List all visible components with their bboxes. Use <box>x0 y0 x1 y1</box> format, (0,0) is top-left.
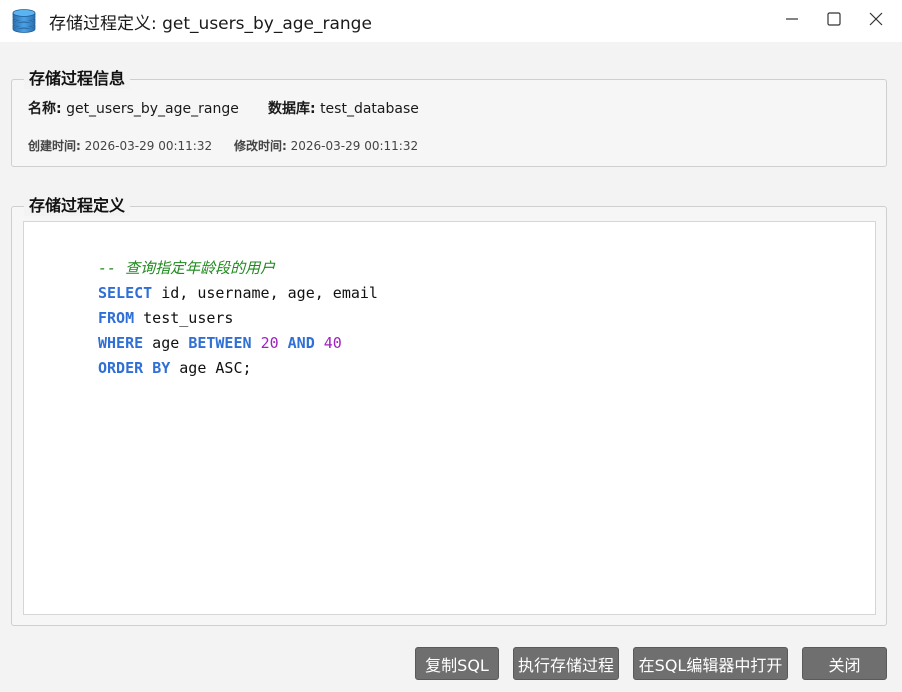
database-label: 数据库: <box>268 101 316 117</box>
code-token: BETWEEN <box>188 334 252 352</box>
code-line: WHERE age BETWEEN 20 AND 40 <box>98 331 378 356</box>
code-token: -- 查询指定年龄段的用户 <box>98 259 276 277</box>
modified-label: 修改时间: <box>234 139 287 153</box>
info-row-times: 创建时间: 2026-03-29 00:11:32 修改时间: 2026-03-… <box>28 137 418 154</box>
close-dialog-button[interactable]: 关闭 <box>802 647 887 680</box>
code-token: BY <box>152 359 171 377</box>
procedure-definition-group: 存储过程定义 -- 查询指定年龄段的用户 SELECT id, username,… <box>11 192 887 626</box>
sql-code: -- 查询指定年龄段的用户 SELECT id, username, age, e… <box>98 256 378 381</box>
code-token: AND <box>287 334 315 352</box>
code-token: ORDER <box>98 359 144 377</box>
code-line: SELECT id, username, age, email <box>98 281 378 306</box>
minimize-icon <box>786 18 798 20</box>
code-token: FROM <box>98 309 135 327</box>
minimize-button[interactable] <box>771 0 813 38</box>
code-token: SELECT <box>98 284 153 302</box>
code-token: test_users <box>134 309 234 327</box>
execute-procedure-button[interactable]: 执行存储过程 <box>513 647 619 680</box>
open-in-editor-button[interactable]: 在SQL编辑器中打开 <box>633 647 788 680</box>
close-window-button[interactable] <box>855 0 897 38</box>
sql-code-editor[interactable]: -- 查询指定年龄段的用户 SELECT id, username, age, e… <box>23 221 876 615</box>
code-token: 20 <box>260 334 279 352</box>
database-icon <box>11 8 37 34</box>
close-icon <box>869 12 883 26</box>
procedure-info-group: 存储过程信息 名称: get_users_by_age_range 数据库: t… <box>11 65 887 167</box>
code-token: age <box>143 334 189 352</box>
maximize-icon <box>827 12 841 26</box>
window-title: 存储过程定义: get_users_by_age_range <box>49 14 372 34</box>
code-token: WHERE <box>98 334 144 352</box>
code-token: 40 <box>323 334 342 352</box>
code-line: ORDER BY age ASC; <box>98 356 378 381</box>
created-label: 创建时间: <box>28 139 81 153</box>
modified-value: 2026-03-29 00:11:32 <box>290 139 419 153</box>
title-bar: 存储过程定义: get_users_by_age_range <box>0 0 902 42</box>
code-line: -- 查询指定年龄段的用户 <box>98 256 378 281</box>
procedure-info-title: 存储过程信息 <box>24 65 131 89</box>
procedure-definition-title: 存储过程定义 <box>24 192 131 216</box>
name-value: get_users_by_age_range <box>66 101 239 117</box>
created-value: 2026-03-29 00:11:32 <box>84 139 213 153</box>
database-value: test_database <box>320 101 419 117</box>
copy-sql-button[interactable]: 复制SQL <box>415 647 499 680</box>
info-row-name-db: 名称: get_users_by_age_range 数据库: test_dat… <box>28 98 419 118</box>
code-token: id, username, age, email <box>152 284 378 302</box>
name-label: 名称: <box>28 101 62 117</box>
code-line: FROM test_users <box>98 306 378 331</box>
code-token: age ASC; <box>170 359 252 377</box>
maximize-button[interactable] <box>813 0 855 38</box>
